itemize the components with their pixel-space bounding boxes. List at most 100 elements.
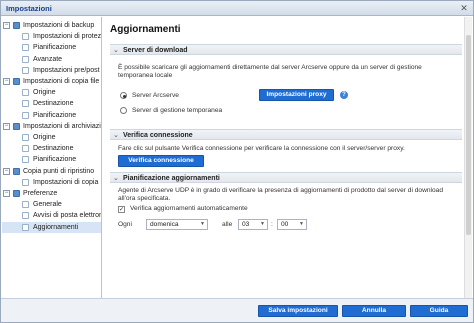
expand-toggle-icon[interactable]: − [3, 78, 10, 85]
minute-select[interactable]: 00 ▼ [277, 219, 307, 230]
section-download-server[interactable]: ⌄ Server di download [110, 44, 462, 55]
proxy-settings-button[interactable]: Impostazioni proxy [259, 89, 334, 101]
page-icon [22, 111, 29, 119]
page-icon [22, 201, 29, 209]
time-separator: : [271, 221, 273, 228]
verify-description: Fare clic sul pulsante Verifica connessi… [118, 145, 405, 152]
main-panel: Aggiornamenti ⌄ Server di download È pos… [104, 17, 472, 298]
chevron-down-icon: ▼ [260, 221, 265, 227]
tree-item-label: Copia punti di ripristino [23, 167, 95, 175]
tree-item[interactable]: Pianificazione [2, 110, 101, 121]
settings-tree: − Impostazioni di backup Impostazioni di p… [2, 17, 102, 298]
folder-icon [13, 78, 20, 85]
collapse-chevron-icon[interactable]: ⌄ [113, 131, 119, 139]
scrollbar-thumb[interactable] [466, 35, 471, 235]
tree-item-label: Avanzate [33, 55, 63, 63]
tree-item-label: Preferenze [23, 190, 58, 197]
chevron-down-icon: ▼ [299, 221, 304, 227]
help-icon[interactable]: ? [340, 91, 348, 99]
page-icon [22, 100, 29, 108]
tree-item-label: Aggiornamenti [33, 223, 79, 231]
folder-icon [13, 22, 20, 29]
tree-item[interactable]: Impostazioni di protezio [2, 31, 102, 42]
tree-item[interactable]: Aggiornamenti [2, 221, 101, 233]
collapse-chevron-icon[interactable]: ⌄ [113, 46, 119, 54]
tree-item-label: Origine [33, 134, 56, 141]
at-label: alle [222, 221, 233, 228]
tree-item-label: Generale [33, 201, 62, 209]
tree-item-label: Pianificazione [33, 156, 77, 164]
minute-select-value: 00 [281, 221, 289, 228]
tree-item-label: Pianificazione [33, 111, 77, 119]
cancel-button[interactable]: Annulla [342, 305, 406, 317]
help-button[interactable]: Guida [410, 305, 468, 317]
tree-item-label: Impostazioni di protezio [33, 33, 102, 41]
expand-toggle-icon[interactable]: − [3, 190, 10, 197]
tree-item[interactable]: Impostazioni pre/post b [2, 65, 102, 76]
tree-item-label: Impostazioni di copia [33, 178, 99, 186]
page-title: Aggiornamenti [110, 24, 181, 35]
close-icon[interactable]: ✕ [459, 3, 469, 13]
radio-arcserve-server[interactable] [120, 92, 127, 99]
page-icon [22, 212, 29, 220]
radio-staging-label: Server di gestione temporanea [132, 107, 223, 114]
tree-item[interactable]: − Impostazioni di archiviazior [2, 121, 102, 132]
tree-item-label: Impostazioni di backup [23, 22, 95, 29]
auto-check-checkbox[interactable]: ✓ [118, 206, 125, 213]
every-label: Ogni [118, 221, 132, 228]
schedule-description: Agente di Arcserve UDP è in grado di ver… [118, 187, 443, 202]
tree-item[interactable]: Impostazioni di copia [2, 177, 101, 188]
tree-item-label: Destinazione [33, 145, 74, 153]
hour-select-value: 03 [242, 221, 250, 228]
folder-icon [13, 122, 20, 130]
folder-icon [13, 190, 20, 197]
tree-item[interactable]: Destinazione [2, 98, 101, 109]
page-icon [22, 156, 29, 164]
download-server-description: È possibile scaricare gli aggiornamenti … [118, 64, 422, 79]
page-icon [22, 44, 29, 52]
tree-item[interactable]: − Impostazioni di backup [2, 20, 101, 31]
tree-item[interactable]: Pianificazione [2, 42, 101, 53]
tree-item[interactable]: − Preferenze [2, 188, 101, 199]
section-title: Pianificazione aggiornamenti [123, 174, 220, 182]
tree-item-label: Impostazioni di archiviazior [23, 122, 102, 130]
window-title: Impostazioni [6, 4, 52, 13]
page-icon [22, 33, 29, 41]
tree-item[interactable]: Origine [2, 87, 101, 98]
day-select[interactable]: domenica ▼ [146, 219, 208, 230]
tree-item[interactable]: Origine [2, 132, 101, 143]
tree-item[interactable]: Avvisi di posta elettroni [2, 210, 101, 221]
verify-connection-button[interactable]: Verifica connessione [118, 155, 204, 167]
radio-arcserve-label: Server Arcserve [132, 92, 179, 99]
hour-select[interactable]: 03 ▼ [238, 219, 268, 230]
tree-item[interactable]: Generale [2, 199, 101, 210]
page-icon [22, 89, 29, 97]
expand-toggle-icon[interactable]: − [3, 122, 10, 130]
chevron-down-icon: ▼ [200, 221, 205, 227]
tree-item[interactable]: Pianificazione [2, 154, 101, 165]
vertical-scrollbar[interactable] [464, 17, 472, 298]
auto-check-label: Verifica aggiornamenti automaticamente [130, 205, 248, 212]
expand-toggle-icon[interactable]: − [3, 22, 10, 29]
section-update-schedule[interactable]: ⌄ Pianificazione aggiornamenti [110, 172, 462, 183]
section-verify-connection[interactable]: ⌄ Verifica connessione [110, 129, 462, 140]
tree-item[interactable]: − Impostazioni di copia file [2, 76, 101, 87]
footer-bar: Salva impostazioni Annulla Guida [1, 298, 473, 322]
tree-item[interactable]: − Copia punti di ripristino [2, 166, 101, 177]
folder-icon [13, 167, 20, 175]
tree-item-label: Impostazioni pre/post b [33, 66, 102, 74]
tree-item-label: Origine [33, 89, 56, 97]
save-settings-button[interactable]: Salva impostazioni [258, 305, 338, 317]
page-icon [22, 66, 29, 74]
tree-item-label: Pianificazione [33, 44, 77, 52]
radio-staging-server[interactable] [120, 107, 127, 114]
tree-item[interactable]: Destinazione [2, 143, 101, 154]
tree-item-label: Destinazione [33, 100, 74, 108]
page-icon [22, 145, 29, 153]
collapse-chevron-icon[interactable]: ⌄ [113, 174, 119, 182]
page-icon [22, 223, 29, 231]
page-icon [22, 55, 29, 63]
expand-toggle-icon[interactable]: − [3, 167, 10, 175]
section-title: Verifica connessione [123, 131, 193, 139]
tree-item[interactable]: Avanzate [2, 54, 101, 65]
